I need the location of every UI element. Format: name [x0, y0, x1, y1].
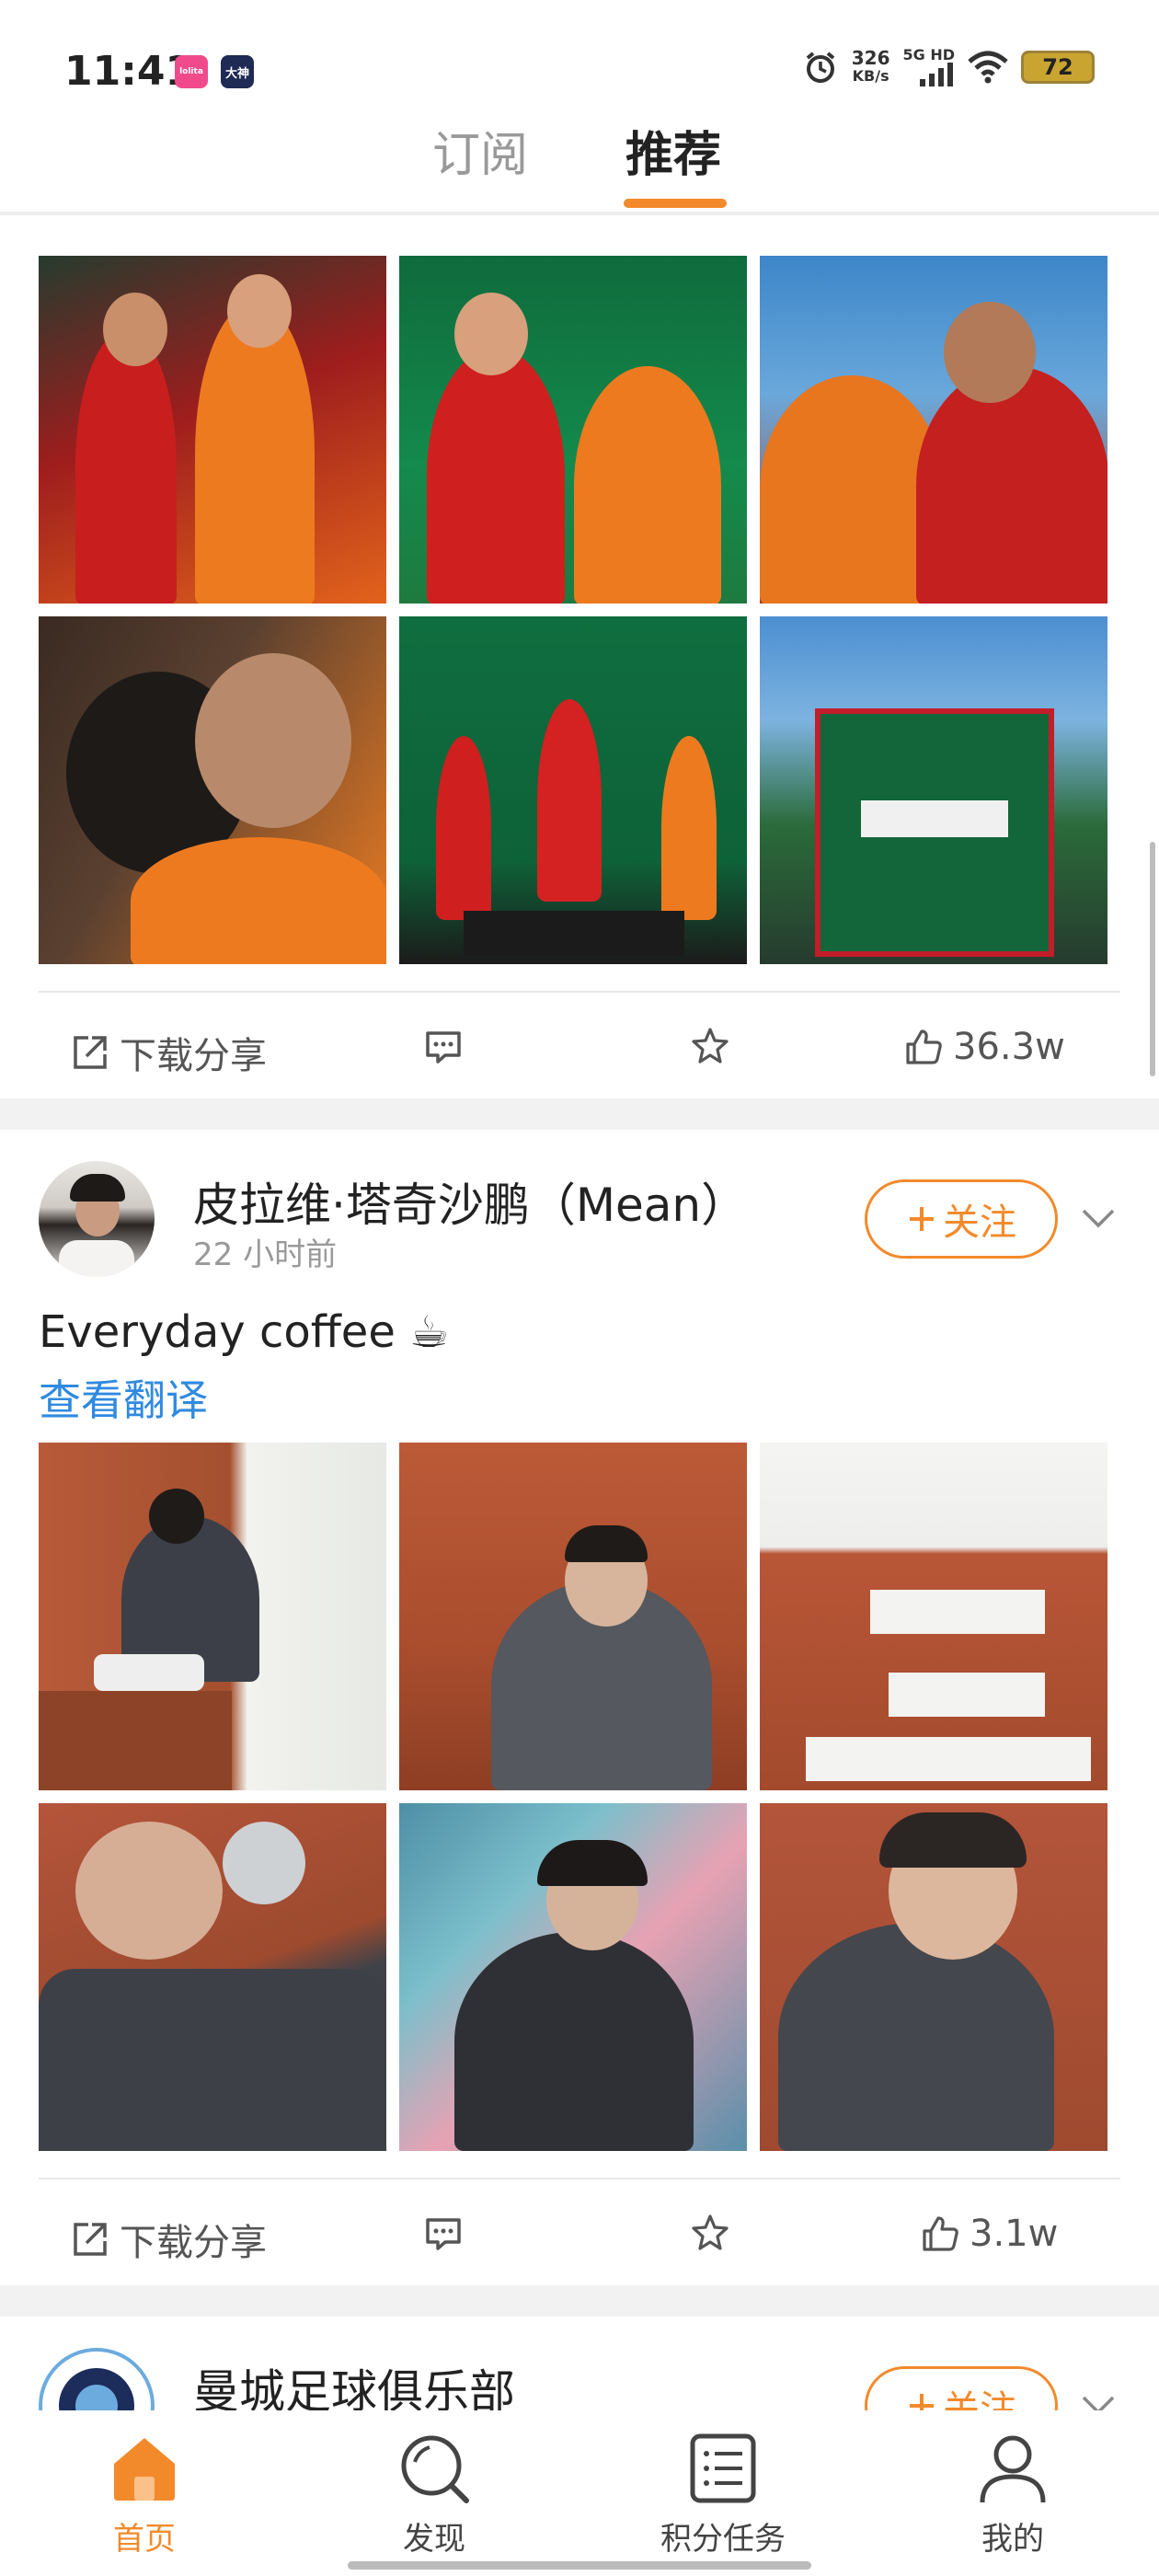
- app-notification-icon: lolita: [175, 55, 208, 88]
- share-label: 下载分享: [120, 1035, 267, 1077]
- status-indicators: 326 KB/s 5G HD 72: [802, 48, 1095, 86]
- nav-discover[interactable]: 发现: [342, 2429, 526, 2559]
- home-indicator[interactable]: [348, 2561, 811, 2570]
- post-time: 22 小时前: [193, 1236, 338, 1273]
- wifi-icon: [968, 51, 1008, 84]
- post2-image-grid: [39, 1443, 1107, 2151]
- post-text: Everyday coffee ☕: [39, 1306, 450, 1358]
- home-icon: [114, 2438, 175, 2501]
- battery-indicator: 72: [1021, 51, 1095, 84]
- user-name[interactable]: 皮拉维·塔奇沙鹏（Mean）: [193, 1168, 747, 1235]
- profile-icon: [980, 2435, 1046, 2503]
- post-image[interactable]: [39, 616, 386, 964]
- follow-label: 关注: [943, 1202, 1016, 1244]
- share-label: 下载分享: [120, 2222, 267, 2264]
- scrollbar[interactable]: [1150, 842, 1155, 1076]
- active-tab-indicator: [624, 199, 727, 208]
- post2-action-bar: 下载分享 3.1w: [39, 2178, 1120, 2288]
- comment-icon: [426, 2218, 461, 2250]
- comment-button[interactable]: [423, 1026, 464, 1066]
- thumbs-up-icon: [906, 1029, 942, 1064]
- favorite-button[interactable]: [690, 1026, 730, 1066]
- share-button[interactable]: 下载分享: [70, 1026, 267, 1079]
- divider: [39, 2178, 1120, 2179]
- network-speed: 326 KB/s: [852, 49, 890, 86]
- divider: [39, 991, 1120, 993]
- nav-me[interactable]: 我的: [921, 2429, 1105, 2559]
- feed-tabs: 订阅 推荐: [0, 110, 1159, 212]
- nav-label: 发现: [403, 2521, 465, 2558]
- post-image[interactable]: [39, 1443, 386, 1790]
- post-image[interactable]: [39, 256, 386, 604]
- favorite-button[interactable]: [690, 2213, 730, 2253]
- post-image[interactable]: [760, 616, 1107, 964]
- post-image[interactable]: [760, 256, 1107, 604]
- like-count: 3.1w: [970, 2213, 1059, 2255]
- network-speed-value: 326: [851, 47, 890, 69]
- star-icon: [692, 1028, 729, 1064]
- post-image[interactable]: [399, 1803, 747, 2151]
- nav-home[interactable]: 首页: [52, 2429, 236, 2559]
- post-image[interactable]: [399, 1443, 747, 1790]
- alarm-icon: [806, 52, 835, 83]
- nav-label: 首页: [113, 2521, 176, 2558]
- post1-action-bar: 下载分享 36.3w: [39, 991, 1120, 1101]
- like-button[interactable]: 36.3w: [903, 1026, 1065, 1068]
- badge-lolita-text: lolita: [179, 67, 203, 76]
- app-notification-icon: 大神: [221, 55, 254, 88]
- like-count: 36.3w: [953, 1026, 1065, 1068]
- post-image[interactable]: [760, 1803, 1107, 2151]
- header-divider: [0, 212, 1159, 215]
- thumbs-up-icon: [923, 2216, 958, 2251]
- badge-dashen-text: 大神: [224, 66, 249, 81]
- nav-label: 我的: [981, 2521, 1044, 2558]
- post-image[interactable]: [39, 1803, 386, 2151]
- plus-icon: [910, 1207, 934, 1231]
- comment-icon: [426, 1031, 461, 1064]
- post-separator: [0, 1098, 1159, 1130]
- post-image[interactable]: [760, 1443, 1107, 1790]
- network-type: 5G HD: [902, 46, 955, 63]
- tab-recommend[interactable]: 推荐: [625, 116, 721, 185]
- post-image[interactable]: [399, 256, 747, 604]
- bottom-nav: 首页 发现 积分任务 我的: [0, 2410, 1159, 2576]
- tasks-icon: [690, 2433, 756, 2503]
- comment-button[interactable]: [423, 2213, 464, 2253]
- discover-icon: [401, 2435, 469, 2503]
- share-icon: [74, 1036, 107, 1069]
- avatar[interactable]: [39, 1161, 155, 1277]
- share-button[interactable]: 下载分享: [70, 2213, 267, 2266]
- tab-subscribe[interactable]: 订阅: [432, 116, 528, 185]
- signal-icon: [920, 63, 953, 86]
- like-button[interactable]: 3.1w: [920, 2213, 1058, 2255]
- nav-tasks[interactable]: 积分任务: [631, 2429, 815, 2559]
- post1-image-grid: [39, 256, 1107, 964]
- follow-button[interactable]: 关注: [865, 1179, 1058, 1259]
- post-separator: [0, 2285, 1159, 2317]
- star-icon: [692, 2214, 729, 2250]
- share-icon: [74, 2223, 107, 2256]
- translate-link[interactable]: 查看翻译: [39, 1367, 208, 1428]
- signal-group: 5G HD: [902, 48, 955, 86]
- network-speed-unit: KB/s: [852, 67, 889, 85]
- post-image[interactable]: [399, 616, 747, 964]
- chevron-down-icon[interactable]: [1078, 1198, 1119, 1238]
- nav-label: 积分任务: [660, 2521, 786, 2558]
